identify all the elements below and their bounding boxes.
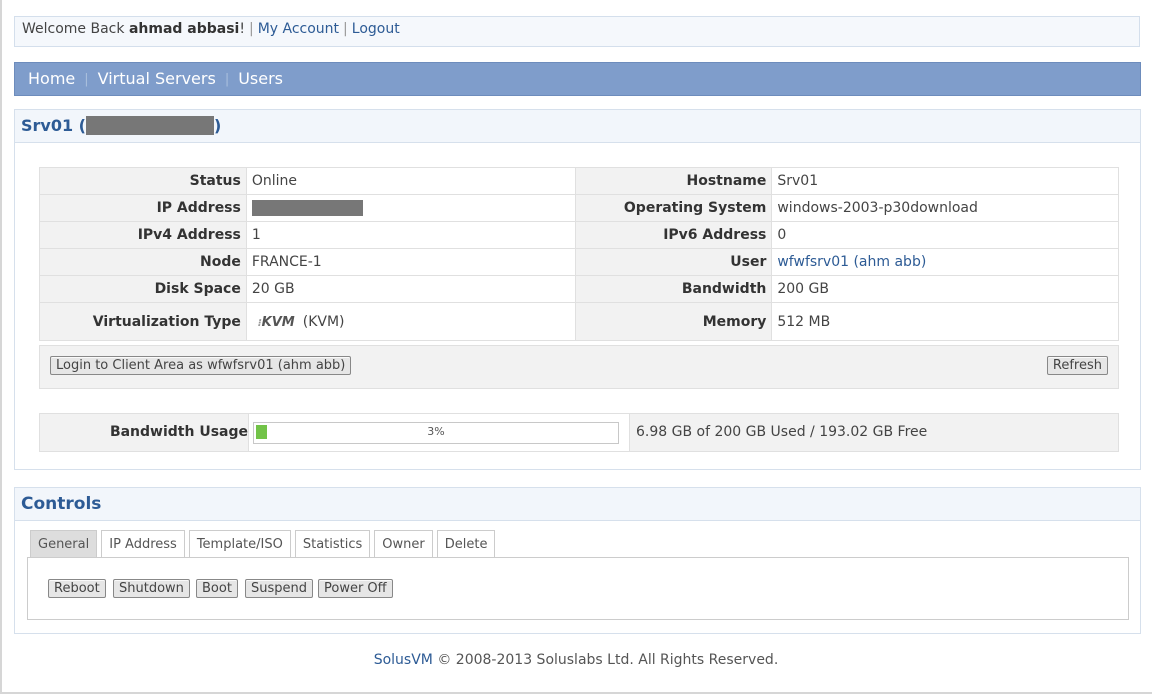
boot-button[interactable]: Boot: [196, 579, 238, 598]
tab-template-iso[interactable]: Template/ISO: [188, 530, 291, 557]
username: ahmad abbasi: [128, 21, 240, 37]
footer: SolusVM © 2008-2013 Soluslabs Ltd. All R…: [0, 652, 1152, 668]
ipv6-label: IPv6 Address: [574, 221, 773, 249]
shutdown-button[interactable]: Shutdown: [113, 579, 190, 598]
welcome-text: Welcome Back: [22, 21, 125, 37]
table-row: IPv4 Address 1 IPv6 Address 0: [39, 221, 1119, 249]
table-row: IP Address Operating System windows-2003…: [39, 194, 1119, 222]
kvm-logo-icon: ⁝KVM: [257, 314, 295, 330]
bandwidth-percent: 3%: [427, 425, 445, 438]
controls-panel: Controls General IP Address Template/ISO…: [14, 487, 1141, 634]
user-cell: wfwfsrv01 (ahm abb): [771, 248, 1119, 276]
separator: |: [343, 21, 348, 37]
redacted-ip: [86, 115, 214, 135]
nav-users[interactable]: Users: [238, 69, 283, 88]
tab-general[interactable]: General: [30, 530, 98, 557]
virtualization-value: (KVM): [302, 313, 345, 330]
controls-tabs: General IP Address Template/ISO Statisti…: [30, 530, 499, 558]
general-tab-panel: Reboot Shutdown Boot Suspend Power Off: [27, 557, 1129, 620]
status-value: Online: [245, 167, 576, 195]
nav-separator: |: [224, 72, 230, 87]
my-account-link[interactable]: My Account: [258, 21, 339, 37]
server-title-text: Srv01 (: [21, 116, 86, 135]
virtualization-cell: ⁝KVM (KVM): [245, 302, 576, 341]
table-row: Node FRANCE-1 User wfwfsrv01 (ahm abb): [39, 248, 1119, 276]
os-value: windows-2003-p30download: [771, 194, 1119, 222]
tab-ip-address[interactable]: IP Address: [101, 530, 185, 557]
memory-value: 512 MB: [771, 302, 1119, 341]
ipv4-value: 1: [245, 221, 576, 249]
bandwidth-usage-label: Bandwidth Usage: [40, 414, 249, 451]
refresh-button[interactable]: Refresh: [1046, 356, 1108, 375]
node-label: Node: [39, 248, 247, 276]
nav-separator: |: [84, 72, 89, 87]
tab-delete[interactable]: Delete: [436, 530, 496, 557]
virtualization-label: Virtualization Type: [39, 302, 247, 341]
suspend-button[interactable]: Suspend: [245, 579, 314, 598]
main-nav: Home | Virtual Servers | Users: [14, 62, 1141, 96]
memory-label: Memory: [574, 302, 773, 341]
os-label: Operating System: [574, 194, 773, 222]
table-row: Disk Space 20 GB Bandwidth 200 GB: [39, 275, 1119, 303]
server-panel: Srv01 () Status Online Hostname Srv01 IP…: [14, 109, 1141, 470]
tab-owner[interactable]: Owner: [374, 530, 433, 557]
ip-address-value: [245, 194, 576, 222]
kvm-logo-text: KVM: [261, 314, 295, 330]
server-details-table: Status Online Hostname Srv01 IP Address …: [39, 167, 1119, 341]
bandwidth-progress-bar: 3%: [253, 422, 619, 444]
redacted-ip-value: [251, 200, 363, 216]
table-row: Virtualization Type ⁝KVM (KVM) Memory 512…: [39, 302, 1119, 341]
separator: |: [248, 21, 254, 37]
hostname-value: Srv01: [771, 167, 1119, 195]
status-label: Status: [39, 167, 247, 195]
reboot-button[interactable]: Reboot: [48, 579, 106, 598]
table-row: Status Online Hostname Srv01: [39, 167, 1119, 195]
user-label: User: [574, 248, 773, 276]
login-client-area-button[interactable]: Login to Client Area as wfwfsrv01 (ahm a…: [50, 356, 352, 375]
node-value: FRANCE-1: [245, 248, 576, 276]
user-link[interactable]: wfwfsrv01 (ahm abb): [777, 254, 926, 270]
disk-space-value: 20 GB: [245, 275, 576, 303]
server-title: Srv01 (): [15, 110, 1140, 143]
ipv6-value: 0: [771, 221, 1119, 249]
hostname-label: Hostname: [574, 167, 773, 195]
logout-link[interactable]: Logout: [352, 21, 400, 37]
solusvm-link[interactable]: SolusVM: [374, 652, 433, 668]
power-off-button[interactable]: Power Off: [318, 579, 393, 598]
bandwidth-summary: 6.98 GB of 200 GB Used / 193.02 GB Free: [636, 424, 928, 440]
action-row: Login to Client Area as wfwfsrv01 (ahm a…: [39, 345, 1119, 389]
bandwidth-value: 200 GB: [771, 275, 1119, 303]
nav-virtual-servers[interactable]: Virtual Servers: [98, 69, 216, 88]
bandwidth-usage-row: Bandwidth Usage 3% 6.98 GB of 200 GB Use…: [39, 413, 1119, 452]
ipv4-label: IPv4 Address: [39, 221, 247, 249]
copyright-text: © 2008-2013 Soluslabs Ltd. All Rights Re…: [432, 652, 779, 668]
server-title-close: ): [214, 116, 222, 135]
bandwidth-label: Bandwidth: [574, 275, 773, 303]
welcome-bar: Welcome Back ahmad abbasi! | My Account | Lo…: [14, 16, 1140, 47]
disk-space-label: Disk Space: [39, 275, 247, 303]
ip-address-label: IP Address: [39, 194, 247, 222]
bandwidth-bar-cell: 3%: [249, 414, 630, 451]
welcome-exclaim: !: [239, 21, 245, 37]
tab-statistics[interactable]: Statistics: [294, 530, 371, 557]
nav-home[interactable]: Home: [28, 69, 75, 88]
controls-title: Controls: [15, 488, 1140, 521]
